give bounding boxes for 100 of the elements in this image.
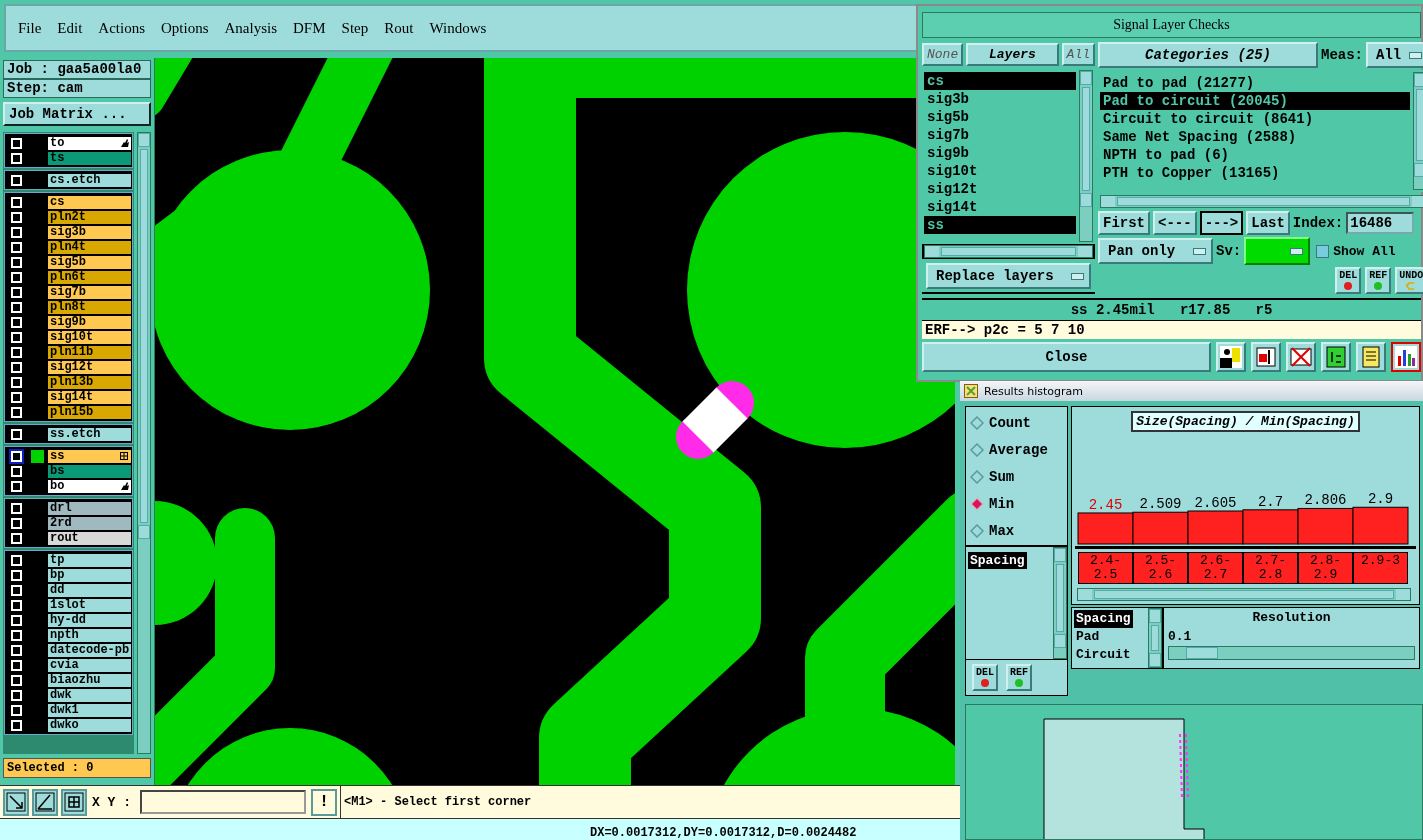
menu-item[interactable]: File	[12, 19, 52, 37]
layer-name[interactable]: sig3b	[48, 225, 132, 239]
checkbox[interactable]	[11, 614, 22, 626]
list-item[interactable]: sig12t	[924, 180, 1076, 198]
checkbox[interactable]	[11, 211, 22, 223]
layer-name[interactable]: dwk	[48, 688, 132, 702]
meas-dropdown[interactable]: All	[1366, 42, 1423, 68]
checkbox[interactable]	[11, 629, 22, 641]
list-item[interactable]: Pad	[1074, 628, 1146, 646]
checkbox[interactable]	[11, 196, 22, 208]
nav-button[interactable]: --->	[1199, 211, 1244, 235]
checkbox[interactable]	[11, 271, 22, 283]
checkbox[interactable]	[11, 532, 22, 544]
layer-name[interactable]: dwk1	[48, 703, 132, 717]
layer-name[interactable]: pln13b	[48, 375, 132, 389]
index-field[interactable]: 16486	[1346, 212, 1415, 234]
layer-name[interactable]: npth	[48, 628, 132, 642]
coordinate-input[interactable]	[140, 790, 306, 814]
list-item[interactable]: sig10t	[924, 162, 1076, 180]
checkbox[interactable]	[11, 286, 22, 298]
checkbox[interactable]	[11, 644, 22, 656]
layer-name[interactable]: 1slot	[48, 598, 132, 612]
checkbox[interactable]	[11, 554, 22, 566]
action-button[interactable]: REF	[1365, 267, 1392, 294]
layer-name[interactable]: pln15b	[48, 405, 132, 419]
radio-button[interactable]: Count	[970, 415, 1063, 431]
list-item[interactable]: Spacing	[1074, 610, 1133, 628]
list-item[interactable]: NPTH to pad (6)	[1100, 146, 1411, 164]
checkbox[interactable]	[11, 704, 22, 716]
layer-name[interactable]: hy-dd	[48, 613, 132, 627]
layer-name[interactable]: tp	[48, 553, 132, 567]
layer-name[interactable]: cs.etch	[48, 173, 132, 187]
checkbox[interactable]	[11, 674, 22, 686]
menu-item[interactable]: Analysis	[218, 19, 288, 37]
checkbox[interactable]	[11, 256, 22, 268]
alert-button[interactable]: !	[311, 788, 337, 816]
scrollbar[interactable]	[924, 245, 1093, 258]
tool-button[interactable]	[32, 788, 58, 816]
scrollbar[interactable]	[1079, 70, 1093, 242]
list-item[interactable]: ss	[924, 216, 1076, 234]
nav-button[interactable]: <---	[1153, 211, 1197, 235]
list-item[interactable]: sig3b	[924, 90, 1076, 108]
scrollbar[interactable]	[137, 132, 151, 754]
layer-name[interactable]: bp	[48, 568, 132, 582]
layer-name[interactable]: pln4t	[48, 240, 132, 254]
scrollbar[interactable]	[1053, 547, 1067, 659]
menu-item[interactable]: Rout	[378, 19, 424, 37]
close-button[interactable]: Close	[922, 342, 1211, 372]
action-button[interactable]: DEL	[972, 664, 998, 691]
checkbox[interactable]	[11, 584, 22, 596]
radio-button[interactable]: Min	[970, 496, 1063, 512]
layer-name[interactable]: datecode-pb	[48, 643, 132, 657]
list-item[interactable]: cs	[924, 72, 1076, 90]
checkbox[interactable]	[11, 480, 22, 492]
checkbox[interactable]	[11, 391, 22, 403]
layer-name[interactable]: pln11b	[48, 345, 132, 359]
layer-name[interactable]: ts	[48, 151, 132, 165]
layer-name[interactable]: rout	[48, 531, 132, 545]
checkbox[interactable]	[11, 502, 22, 514]
checkbox[interactable]	[11, 174, 22, 186]
layer-name[interactable]: pln8t	[48, 300, 132, 314]
nav-button[interactable]: Last	[1246, 211, 1290, 235]
checkbox[interactable]	[11, 361, 22, 373]
checkbox[interactable]	[11, 689, 22, 701]
layer-name[interactable]: cs	[48, 195, 132, 209]
pan-mode-dropdown[interactable]: Pan only	[1098, 238, 1213, 264]
layer-name[interactable]: ss.etch	[48, 427, 132, 441]
layer-name[interactable]: sig12t	[48, 360, 132, 374]
categories-button[interactable]: Categories (25)	[1098, 42, 1318, 68]
layer-name[interactable]: pln2t	[48, 210, 132, 224]
toolbar-button[interactable]	[1391, 342, 1421, 372]
checkbox[interactable]	[11, 152, 22, 164]
tool-button[interactable]	[3, 788, 29, 816]
checkbox[interactable]	[11, 599, 22, 611]
action-button[interactable]: REF	[1006, 664, 1033, 691]
layer-name[interactable]: 2rd	[48, 516, 132, 530]
checkbox[interactable]	[11, 719, 22, 731]
checkbox[interactable]	[11, 301, 22, 313]
checkbox[interactable]	[11, 569, 22, 581]
checkbox[interactable]	[11, 517, 22, 529]
list-item[interactable]: PTH to Copper (13165)	[1100, 164, 1411, 182]
checkbox[interactable]	[11, 465, 22, 477]
scrollbar[interactable]	[1077, 588, 1412, 601]
checkbox[interactable]	[11, 428, 22, 440]
slider-thumb[interactable]	[1186, 647, 1219, 659]
checkbox[interactable]	[11, 346, 22, 358]
list-item[interactable]: sig9b	[924, 144, 1076, 162]
checkbox[interactable]	[11, 226, 22, 238]
list-item[interactable]: Circuit	[1074, 646, 1146, 664]
layer-name[interactable]: ss	[48, 449, 132, 463]
filter-button[interactable]: None	[922, 43, 964, 66]
layer-name[interactable]: dwko	[48, 718, 132, 732]
list-item[interactable]: Circuit to circuit (8641)	[1100, 110, 1411, 128]
scrollbar[interactable]	[1148, 608, 1162, 668]
radio-button[interactable]: Sum	[970, 469, 1063, 485]
layer-name[interactable]: sig14t	[48, 390, 132, 404]
list-item[interactable]: Pad to circuit (20045)	[1100, 92, 1411, 110]
layer-name[interactable]: drl	[48, 501, 132, 515]
radio-button[interactable]: Average	[970, 442, 1063, 458]
layer-name[interactable]: sig9b	[48, 315, 132, 329]
